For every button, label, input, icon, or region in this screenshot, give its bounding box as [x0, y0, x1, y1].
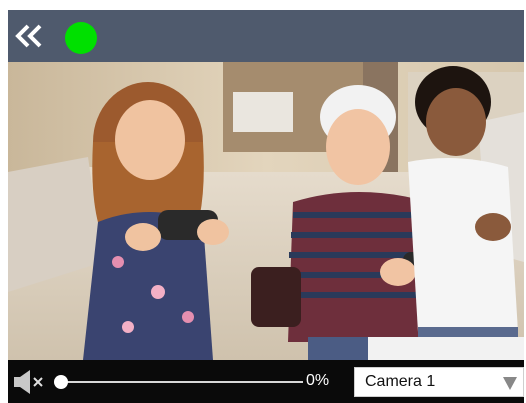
camera-viewer-window: 0% Camera 1	[8, 10, 524, 403]
camera-select[interactable]: Camera 1	[354, 367, 524, 397]
volume-slider[interactable]	[53, 372, 303, 392]
camera-video-feed[interactable]	[8, 62, 524, 360]
dropdown-arrow-icon	[503, 377, 517, 390]
volume-slider-track	[57, 381, 303, 383]
playback-controls-bar: 0% Camera 1	[8, 360, 524, 403]
connection-status-indicator	[65, 22, 97, 54]
volume-percentage: 0%	[306, 372, 330, 389]
top-toolbar	[8, 10, 524, 62]
volume-slider-thumb[interactable]	[54, 375, 68, 389]
mute-toggle-button[interactable]	[13, 369, 47, 395]
collapse-button[interactable]	[14, 23, 44, 49]
speaker-muted-icon	[14, 370, 43, 394]
double-chevron-left-icon	[15, 24, 42, 48]
camera-select-value: Camera 1	[365, 373, 436, 390]
video-frame-image	[8, 62, 524, 360]
